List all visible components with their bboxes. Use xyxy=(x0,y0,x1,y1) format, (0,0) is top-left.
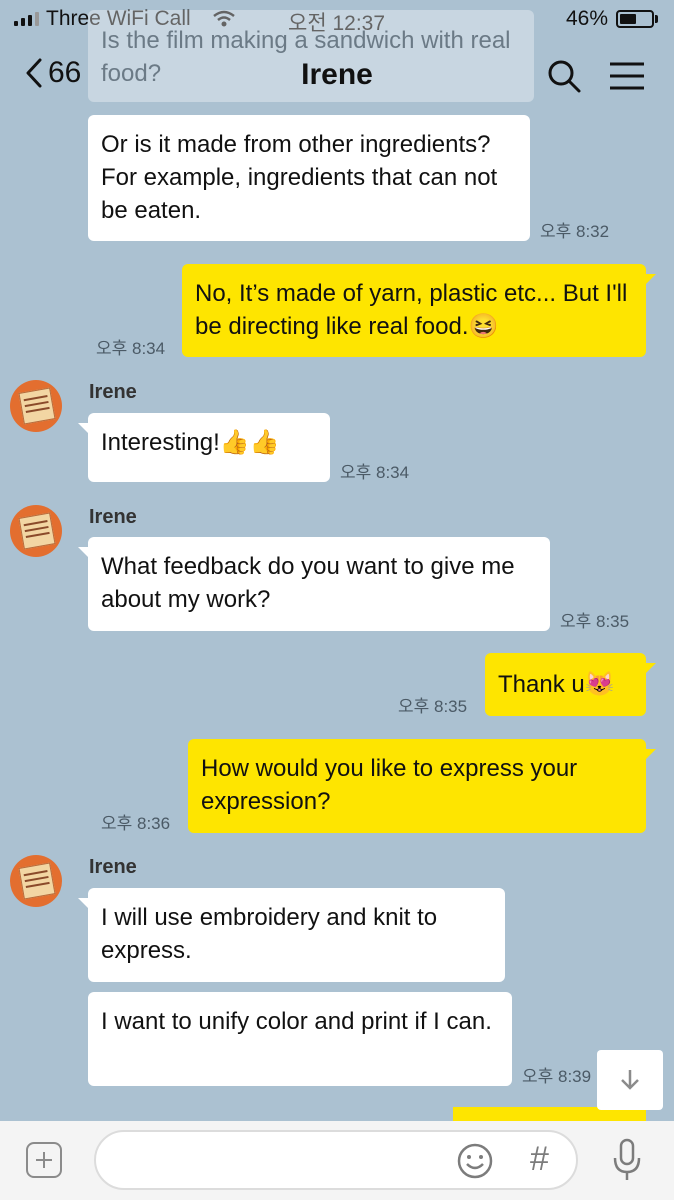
emoji-icon[interactable] xyxy=(456,1142,494,1180)
message-time: 오후 8:36 xyxy=(101,814,171,833)
message-text: I want to unify color and print if I can… xyxy=(101,1008,492,1035)
message-bubble-received[interactable]: Or is it made from other ingredients? Fo… xyxy=(88,115,530,241)
message-bubble-received[interactable]: I will use embroidery and knit to expres… xyxy=(78,888,505,982)
battery-tip xyxy=(655,15,658,23)
message-text: How would you like to express your expre… xyxy=(201,755,578,815)
message-text: Or is it made from other ingredients? Fo… xyxy=(101,131,498,224)
message-time: 오후 8:35 xyxy=(398,697,468,716)
message-bubble-sent[interactable]: Thank u😻 xyxy=(485,653,656,716)
message-text: Thank u xyxy=(498,671,585,698)
thumbs-up-emoji-icon: 👍👍 xyxy=(219,429,280,456)
plus-icon[interactable] xyxy=(26,1142,62,1178)
scroll-down-icon xyxy=(621,1070,639,1090)
hashtag-icon[interactable]: # xyxy=(530,1140,549,1179)
battery-fill xyxy=(620,14,636,24)
menu-icon[interactable] xyxy=(608,58,646,94)
sender-name: Irene xyxy=(89,856,137,878)
sender-name: Irene xyxy=(89,381,137,403)
battery-percent: 46% xyxy=(566,7,609,30)
avatar[interactable] xyxy=(10,505,62,557)
message-bubble-received[interactable]: Interesting!👍👍 xyxy=(78,413,330,482)
message-time: 오후 8:35 xyxy=(560,612,630,631)
avatar[interactable] xyxy=(10,380,62,432)
signal-icon xyxy=(14,12,39,26)
laughing-emoji-icon: 😆 xyxy=(468,313,499,340)
heart-eyes-cat-emoji-icon: 😻 xyxy=(584,671,615,698)
message-time: 오후 8:34 xyxy=(340,463,410,482)
message-time: 오후 8:34 xyxy=(96,339,166,358)
sender-name: Irene xyxy=(89,506,137,528)
message-text: I will use embroidery and knit to expres… xyxy=(101,904,438,964)
message-bubble-received[interactable]: I want to unify color and print if I can… xyxy=(88,992,512,1086)
message-input[interactable] xyxy=(94,1130,578,1190)
message-text: Interesting! xyxy=(101,429,220,456)
header-actions xyxy=(546,58,646,94)
message-bubble-sent[interactable]: How would you like to express your expre… xyxy=(188,739,656,833)
search-icon[interactable] xyxy=(546,58,582,94)
microphone-icon[interactable] xyxy=(612,1138,642,1182)
scroll-to-bottom-button[interactable] xyxy=(597,1050,663,1110)
message-text: No, It’s made of yarn, plastic etc... Bu… xyxy=(195,280,628,340)
message-time: 오후 8:39 xyxy=(522,1067,592,1086)
avatar[interactable] xyxy=(10,855,62,907)
message-bubble-received[interactable]: What feedback do you want to give me abo… xyxy=(78,537,550,631)
message-text: What feedback do you want to give me abo… xyxy=(101,553,515,613)
message-time: 오후 8:32 xyxy=(540,222,610,241)
message-bubble-sent[interactable]: No, It’s made of yarn, plastic etc... Bu… xyxy=(182,264,656,357)
